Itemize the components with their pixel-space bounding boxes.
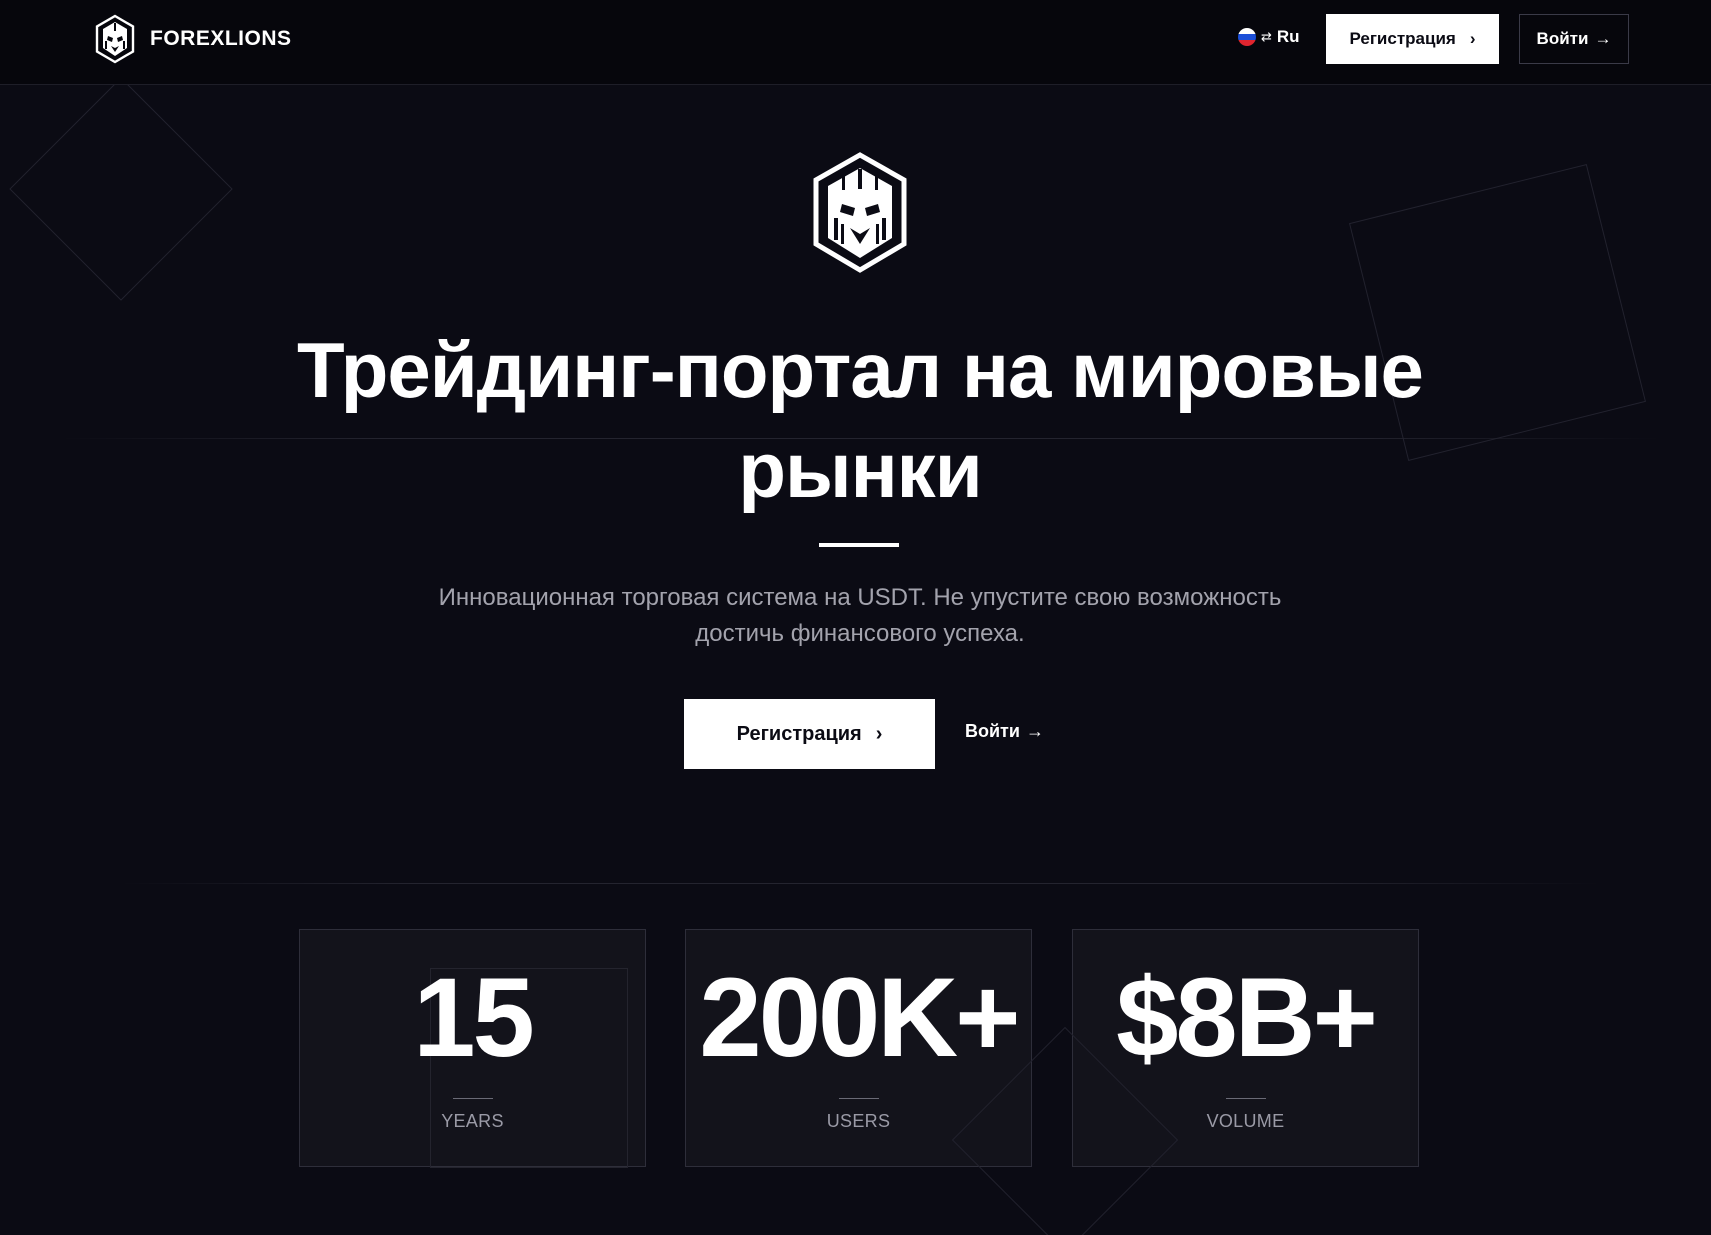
chevron-right-icon: › [875,722,883,745]
top-nav: FOREXLIONS ⇄ Ru Регистрация › Войти → [0,0,1711,85]
stat-value: 15 [413,955,535,1080]
stat-label: YEARS [441,1111,504,1131]
stat-divider [838,1098,879,1099]
header-login-button[interactable]: Войти → [1519,14,1629,64]
stat-card-volume: $8B+ VOLUME [1072,929,1419,1167]
register-label: Регистрация [736,722,862,745]
hero-subtitle: Инновационная торговая система на USDT. … [438,584,1282,647]
stat-card-years: 15 YEARS [299,929,646,1168]
hero-title: Трейдинг-портал на мировые рынки [297,326,1424,514]
landing-page: FOREXLIONS ⇄ Ru Регистрация › Войти → Тр… [0,0,1711,1235]
stat-divider [1225,1098,1266,1099]
title-divider [819,543,899,547]
lion-logo-icon [95,14,135,64]
language-label: Ru [1276,27,1300,46]
swap-arrows-icon: ⇄ [1261,29,1272,44]
stat-label: USERS [826,1111,891,1131]
stat-card-users: 200K+ USERS [685,929,1032,1167]
hero-login-link[interactable]: Войти → [965,721,1044,742]
login-label: Войти [965,721,1020,741]
header-register-button[interactable]: Регистрация › [1326,14,1499,64]
arrow-right-icon: → [1594,29,1612,48]
russia-flag-icon [1238,28,1256,46]
decorative-line [120,883,1600,884]
language-switcher[interactable]: ⇄ Ru [1238,27,1300,47]
brand-name: FOREXLIONS [150,27,292,50]
hero-register-button[interactable]: Регистрация › [684,699,935,769]
stat-value: 200K+ [699,955,1020,1080]
stat-value: $8B+ [1116,955,1378,1080]
decorative-diamond [9,77,233,301]
stat-label: VOLUME [1206,1111,1285,1131]
lion-emblem-icon [813,152,907,273]
chevron-right-icon: › [1469,29,1476,48]
register-label: Регистрация [1349,29,1456,48]
arrow-right-icon: → [1025,721,1044,741]
brand-logo[interactable]: FOREXLIONS [94,14,292,64]
login-label: Войти [1536,29,1589,48]
stat-divider [452,1098,493,1099]
